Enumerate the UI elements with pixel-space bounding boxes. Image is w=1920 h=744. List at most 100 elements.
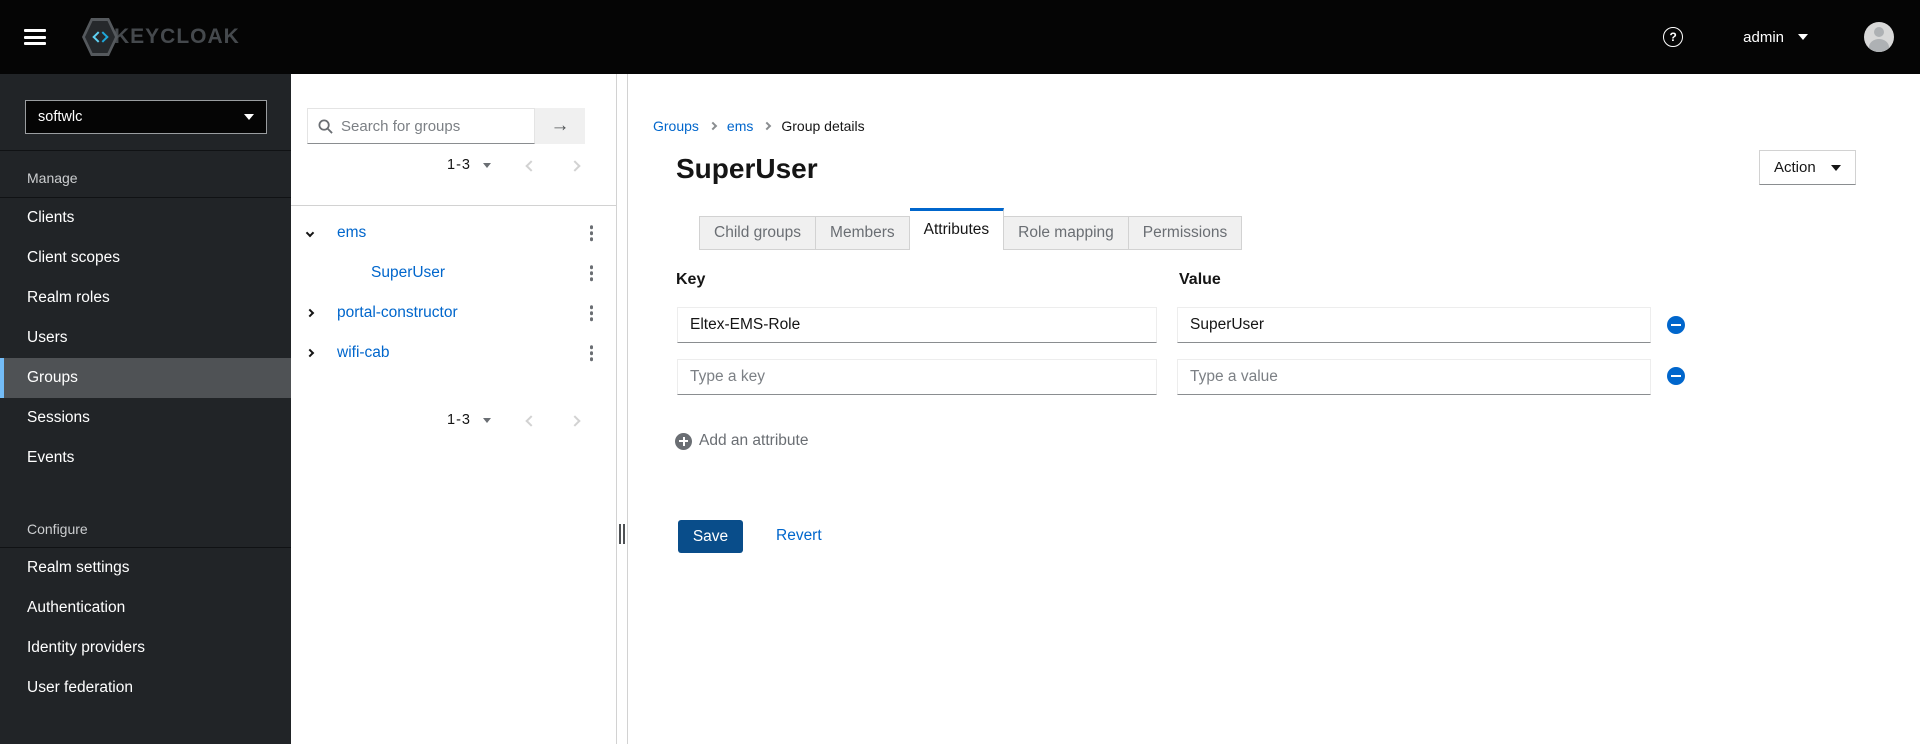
breadcrumb: Groups ems Group details	[653, 118, 865, 134]
kebab-menu-icon[interactable]	[586, 301, 598, 325]
realm-name: softwlc	[38, 109, 83, 125]
brand-text: KEYCLOAK	[114, 25, 240, 48]
save-button[interactable]: Save	[678, 520, 743, 553]
pagination-range-dropdown[interactable]: 1-3	[447, 412, 491, 428]
search-submit-button[interactable]: →	[535, 108, 585, 144]
group-link-superuser[interactable]: SuperUser	[371, 264, 445, 282]
page-title: SuperUser	[676, 153, 818, 184]
tab-permissions[interactable]: Permissions	[1128, 216, 1243, 249]
value-column-header: Value	[1179, 271, 1221, 288]
main-content: Groups ems Group details SuperUser Actio…	[627, 74, 1920, 744]
panel-resize-handle[interactable]	[619, 524, 627, 544]
tree-row-superuser: SuperUser	[291, 253, 617, 293]
caret-down-icon	[1831, 164, 1841, 171]
chevron-right-icon	[708, 121, 718, 131]
username: admin	[1743, 28, 1784, 46]
chevron-down-icon[interactable]	[305, 228, 317, 238]
tab-members[interactable]: Members	[816, 216, 910, 249]
kebab-menu-icon[interactable]	[586, 341, 598, 365]
key-column-header: Key	[676, 271, 706, 288]
remove-attribute-button-1[interactable]	[1667, 316, 1685, 334]
sidebar-item-realm-settings[interactable]: Realm settings	[0, 548, 291, 588]
help-icon[interactable]: ?	[1663, 27, 1684, 47]
sidebar-item-groups[interactable]: Groups	[0, 358, 291, 398]
nav-section-manage: Manage	[27, 170, 78, 186]
sidebar: softwlc Manage Clients Client scopes Rea…	[0, 74, 291, 744]
realm-selector[interactable]: softwlc	[25, 100, 267, 134]
sidebar-item-authentication[interactable]: Authentication	[0, 588, 291, 628]
pagination-range-dropdown[interactable]: 1-3	[447, 157, 491, 173]
tab-child-groups[interactable]: Child groups	[699, 216, 817, 249]
sidebar-item-user-federation[interactable]: User federation	[0, 668, 291, 708]
caret-down-icon	[482, 417, 491, 423]
masthead-right: ? admin	[1663, 22, 1920, 52]
group-link-portal-constructor[interactable]: portal-constructor	[337, 304, 458, 322]
breadcrumb-ems[interactable]: ems	[727, 118, 753, 134]
attribute-value-input-1[interactable]	[1177, 307, 1651, 343]
plus-circle-icon	[675, 432, 692, 450]
angle-right-icon	[569, 159, 581, 172]
action-label: Action	[1774, 159, 1816, 176]
sidebar-item-sessions[interactable]: Sessions	[0, 398, 291, 438]
caret-down-icon	[482, 162, 491, 168]
sidebar-item-clients[interactable]: Clients	[0, 198, 291, 238]
groups-tree: ems SuperUser portal-constructor wifi-ca…	[291, 213, 617, 373]
angle-left-icon	[525, 414, 537, 427]
nav-section-configure: Configure	[27, 521, 88, 537]
pagination-top: 1-3	[291, 151, 617, 179]
revert-link[interactable]: Revert	[776, 527, 822, 545]
pagination-prev-button[interactable]	[525, 413, 537, 428]
group-search-input[interactable]	[341, 117, 524, 135]
pagination-prev-button[interactable]	[525, 158, 537, 173]
breadcrumb-groups[interactable]: Groups	[653, 118, 699, 134]
user-dropdown[interactable]: admin	[1743, 29, 1808, 46]
chevron-right-icon[interactable]	[305, 348, 317, 358]
pagination-range: 1-3	[447, 157, 471, 173]
group-link-ems[interactable]: ems	[337, 224, 366, 242]
chevron-right-icon[interactable]	[305, 308, 317, 318]
keycloak-admin-page: KEYCLOAK ? admin softwlc Manage Clients …	[0, 0, 1920, 744]
sidebar-item-events[interactable]: Events	[0, 438, 291, 478]
masthead: KEYCLOAK ? admin	[0, 0, 1920, 74]
caret-down-icon	[1798, 34, 1808, 40]
group-search-box	[307, 108, 535, 144]
attribute-value-input-2[interactable]	[1177, 359, 1651, 395]
tree-row-portal-constructor: portal-constructor	[291, 293, 617, 333]
sidebar-item-users[interactable]: Users	[0, 318, 291, 358]
attribute-key-input-2[interactable]	[677, 359, 1157, 395]
kebab-menu-icon[interactable]	[586, 261, 598, 285]
group-link-wifi-cab[interactable]: wifi-cab	[337, 344, 390, 362]
tree-row-wifi-cab: wifi-cab	[291, 333, 617, 373]
groups-tree-panel: → 1-3 ems SuperUser portal-constructo	[291, 74, 617, 744]
keycloak-hexagon-icon	[82, 18, 118, 56]
search-icon	[318, 119, 333, 134]
arrow-right-icon: →	[550, 115, 570, 136]
sidebar-item-identity-providers[interactable]: Identity providers	[0, 628, 291, 668]
remove-attribute-button-2[interactable]	[1667, 367, 1685, 385]
chevron-right-icon	[763, 121, 772, 131]
action-dropdown-button[interactable]: Action	[1759, 150, 1856, 185]
sidebar-item-client-scopes[interactable]: Client scopes	[0, 238, 291, 278]
pagination-bottom: 1-3	[291, 406, 617, 434]
caret-down-icon	[244, 114, 254, 120]
add-attribute-button[interactable]: Add an attribute	[675, 432, 808, 450]
add-attribute-label: Add an attribute	[699, 432, 809, 449]
divider	[291, 205, 617, 206]
hamburger-menu-icon[interactable]	[24, 29, 46, 45]
breadcrumb-current: Group details	[781, 118, 865, 134]
sidebar-item-realm-roles[interactable]: Realm roles	[0, 278, 291, 318]
pagination-next-button[interactable]	[569, 413, 581, 428]
kebab-menu-icon[interactable]	[586, 221, 598, 245]
tree-row-ems: ems	[291, 213, 617, 253]
angle-left-icon	[525, 159, 537, 172]
pagination-next-button[interactable]	[569, 158, 581, 173]
pagination-range: 1-3	[447, 412, 471, 428]
tab-attributes[interactable]: Attributes	[909, 208, 1005, 250]
keycloak-logo[interactable]: KEYCLOAK	[82, 18, 240, 56]
angle-right-icon	[569, 414, 581, 427]
attribute-key-input-1[interactable]	[677, 307, 1157, 343]
tabs: Child groups Members Attributes Role map…	[699, 208, 1243, 250]
avatar[interactable]	[1864, 22, 1894, 52]
tab-role-mapping[interactable]: Role mapping	[1004, 216, 1129, 249]
divider	[0, 150, 291, 151]
